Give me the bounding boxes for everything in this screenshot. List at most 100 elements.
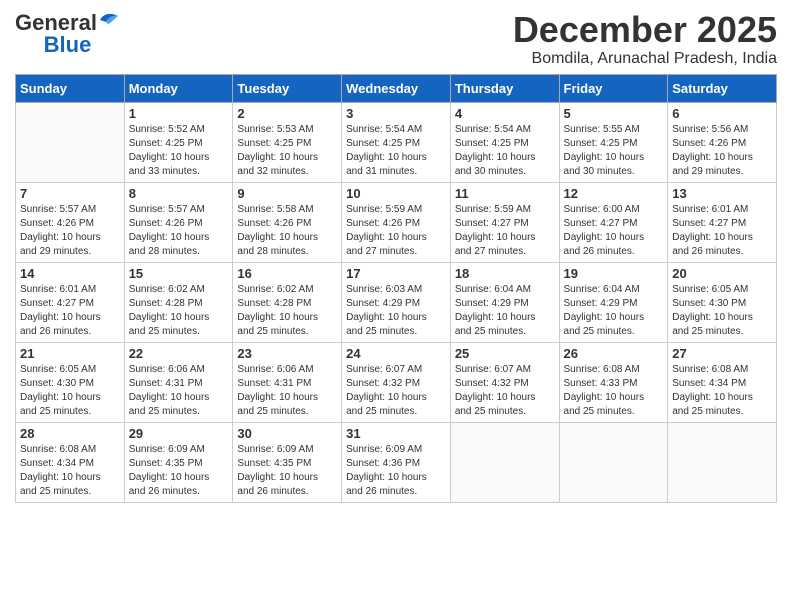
location-subtitle: Bomdila, Arunachal Pradesh, India bbox=[513, 50, 777, 68]
day-number: 20 bbox=[672, 266, 772, 281]
cell-info: Sunrise: 6:08 AM Sunset: 4:33 PM Dayligh… bbox=[564, 363, 664, 419]
cell-info: Sunrise: 5:57 AM Sunset: 4:26 PM Dayligh… bbox=[20, 203, 120, 259]
col-monday: Monday bbox=[124, 74, 233, 102]
title-section: December 2025 Bomdila, Arunachal Pradesh… bbox=[513, 10, 777, 68]
day-number: 25 bbox=[455, 346, 555, 361]
table-row: 13Sunrise: 6:01 AM Sunset: 4:27 PM Dayli… bbox=[668, 182, 777, 262]
day-number: 31 bbox=[346, 426, 446, 441]
cell-info: Sunrise: 6:04 AM Sunset: 4:29 PM Dayligh… bbox=[564, 283, 664, 339]
cell-info: Sunrise: 6:02 AM Sunset: 4:28 PM Dayligh… bbox=[237, 283, 337, 339]
table-row: 22 Sunrise: 6:06 AM Sunset: 4:31 PM Dayli… bbox=[124, 342, 233, 422]
day-number: 21 bbox=[20, 346, 120, 361]
day-number: 28 bbox=[20, 426, 120, 441]
table-row: 25 Sunrise: 6:07 AM Sunset: 4:32 PM Dayli… bbox=[450, 342, 559, 422]
cell-info: Sunrise: 6:00 AM Sunset: 4:27 PM Dayligh… bbox=[564, 203, 664, 259]
table-row: 26 Sunrise: 6:08 AM Sunset: 4:33 PM Dayli… bbox=[559, 342, 668, 422]
table-row bbox=[668, 422, 777, 502]
day-number: 1 bbox=[129, 106, 229, 121]
table-row: 29 Sunrise: 6:09 AM Sunset: 4:35 PM Dayli… bbox=[124, 422, 233, 502]
bird-icon bbox=[98, 10, 120, 28]
month-title: December 2025 bbox=[513, 10, 777, 50]
table-row: 28 Sunrise: 6:08 AM Sunset: 4:34 PM Dayli… bbox=[16, 422, 125, 502]
cell-info: Sunrise: 5:59 AM Sunset: 4:27 PM Dayligh… bbox=[455, 203, 555, 259]
day-number: 9 bbox=[237, 186, 337, 201]
logo-blue: Blue bbox=[44, 32, 92, 57]
cell-info: Sunrise: 6:03 AM Sunset: 4:29 PM Dayligh… bbox=[346, 283, 446, 339]
calendar-week-row: 21 Sunrise: 6:05 AM Sunset: 4:30 PM Dayli… bbox=[16, 342, 777, 422]
table-row: 4 Sunrise: 5:54 AM Sunset: 4:25 PM Daylig… bbox=[450, 102, 559, 182]
col-wednesday: Wednesday bbox=[342, 74, 451, 102]
table-row: 20Sunrise: 6:05 AM Sunset: 4:30 PM Dayli… bbox=[668, 262, 777, 342]
day-number: 18 bbox=[455, 266, 555, 281]
day-number: 22 bbox=[129, 346, 229, 361]
calendar-week-row: 1 Sunrise: 5:52 AM Sunset: 4:25 PM Daylig… bbox=[16, 102, 777, 182]
calendar-week-row: 14Sunrise: 6:01 AM Sunset: 4:27 PM Dayli… bbox=[16, 262, 777, 342]
table-row bbox=[559, 422, 668, 502]
table-row: 3Sunrise: 5:54 AM Sunset: 4:25 PM Daylig… bbox=[342, 102, 451, 182]
table-row: 18 Sunrise: 6:04 AM Sunset: 4:29 PM Dayli… bbox=[450, 262, 559, 342]
cell-info: Sunrise: 5:54 AM Sunset: 4:25 PM Dayligh… bbox=[346, 123, 446, 179]
table-row: 21 Sunrise: 6:05 AM Sunset: 4:30 PM Dayli… bbox=[16, 342, 125, 422]
logo: General Blue bbox=[15, 10, 120, 58]
cell-info: Sunrise: 5:52 AM Sunset: 4:25 PM Dayligh… bbox=[129, 123, 229, 179]
day-number: 4 bbox=[455, 106, 555, 121]
cell-info: Sunrise: 5:55 AM Sunset: 4:25 PM Dayligh… bbox=[564, 123, 664, 179]
day-number: 17 bbox=[346, 266, 446, 281]
table-row: 27Sunrise: 6:08 AM Sunset: 4:34 PM Dayli… bbox=[668, 342, 777, 422]
cell-info: Sunrise: 6:07 AM Sunset: 4:32 PM Dayligh… bbox=[455, 363, 555, 419]
table-row: 14Sunrise: 6:01 AM Sunset: 4:27 PM Dayli… bbox=[16, 262, 125, 342]
day-number: 27 bbox=[672, 346, 772, 361]
day-number: 13 bbox=[672, 186, 772, 201]
table-row: 19 Sunrise: 6:04 AM Sunset: 4:29 PM Dayli… bbox=[559, 262, 668, 342]
cell-info: Sunrise: 5:59 AM Sunset: 4:26 PM Dayligh… bbox=[346, 203, 446, 259]
cell-info: Sunrise: 6:05 AM Sunset: 4:30 PM Dayligh… bbox=[20, 363, 120, 419]
day-number: 19 bbox=[564, 266, 664, 281]
col-sunday: Sunday bbox=[16, 74, 125, 102]
table-row bbox=[16, 102, 125, 182]
cell-info: Sunrise: 6:02 AM Sunset: 4:28 PM Dayligh… bbox=[129, 283, 229, 339]
page-header: General Blue December 2025 Bomdila, Arun… bbox=[15, 10, 777, 68]
calendar-week-row: 7 Sunrise: 5:57 AM Sunset: 4:26 PM Daylig… bbox=[16, 182, 777, 262]
day-number: 29 bbox=[129, 426, 229, 441]
calendar-week-row: 28 Sunrise: 6:08 AM Sunset: 4:34 PM Dayli… bbox=[16, 422, 777, 502]
table-row: 6Sunrise: 5:56 AM Sunset: 4:26 PM Daylig… bbox=[668, 102, 777, 182]
cell-info: Sunrise: 5:56 AM Sunset: 4:26 PM Dayligh… bbox=[672, 123, 772, 179]
col-friday: Friday bbox=[559, 74, 668, 102]
table-row: 24Sunrise: 6:07 AM Sunset: 4:32 PM Dayli… bbox=[342, 342, 451, 422]
day-number: 26 bbox=[564, 346, 664, 361]
day-number: 10 bbox=[346, 186, 446, 201]
day-number: 12 bbox=[564, 186, 664, 201]
day-number: 11 bbox=[455, 186, 555, 201]
day-number: 2 bbox=[237, 106, 337, 121]
table-row: 8Sunrise: 5:57 AM Sunset: 4:26 PM Daylig… bbox=[124, 182, 233, 262]
day-number: 14 bbox=[20, 266, 120, 281]
col-tuesday: Tuesday bbox=[233, 74, 342, 102]
table-row: 11 Sunrise: 5:59 AM Sunset: 4:27 PM Dayli… bbox=[450, 182, 559, 262]
table-row: 5Sunrise: 5:55 AM Sunset: 4:25 PM Daylig… bbox=[559, 102, 668, 182]
day-number: 16 bbox=[237, 266, 337, 281]
cell-info: Sunrise: 5:58 AM Sunset: 4:26 PM Dayligh… bbox=[237, 203, 337, 259]
cell-info: Sunrise: 5:54 AM Sunset: 4:25 PM Dayligh… bbox=[455, 123, 555, 179]
table-row: 10 Sunrise: 5:59 AM Sunset: 4:26 PM Dayli… bbox=[342, 182, 451, 262]
cell-info: Sunrise: 6:04 AM Sunset: 4:29 PM Dayligh… bbox=[455, 283, 555, 339]
day-number: 7 bbox=[20, 186, 120, 201]
table-row: 2Sunrise: 5:53 AM Sunset: 4:25 PM Daylig… bbox=[233, 102, 342, 182]
table-row: 7 Sunrise: 5:57 AM Sunset: 4:26 PM Daylig… bbox=[16, 182, 125, 262]
table-row: 9 Sunrise: 5:58 AM Sunset: 4:26 PM Daylig… bbox=[233, 182, 342, 262]
cell-info: Sunrise: 6:09 AM Sunset: 4:35 PM Dayligh… bbox=[237, 443, 337, 499]
cell-info: Sunrise: 6:06 AM Sunset: 4:31 PM Dayligh… bbox=[129, 363, 229, 419]
cell-info: Sunrise: 6:09 AM Sunset: 4:36 PM Dayligh… bbox=[346, 443, 446, 499]
calendar-table: Sunday Monday Tuesday Wednesday Thursday… bbox=[15, 74, 777, 503]
table-row: 23 Sunrise: 6:06 AM Sunset: 4:31 PM Dayli… bbox=[233, 342, 342, 422]
table-row: 16 Sunrise: 6:02 AM Sunset: 4:28 PM Dayli… bbox=[233, 262, 342, 342]
table-row bbox=[450, 422, 559, 502]
cell-info: Sunrise: 6:09 AM Sunset: 4:35 PM Dayligh… bbox=[129, 443, 229, 499]
cell-info: Sunrise: 6:06 AM Sunset: 4:31 PM Dayligh… bbox=[237, 363, 337, 419]
day-number: 30 bbox=[237, 426, 337, 441]
table-row: 1 Sunrise: 5:52 AM Sunset: 4:25 PM Daylig… bbox=[124, 102, 233, 182]
day-number: 8 bbox=[129, 186, 229, 201]
cell-info: Sunrise: 6:08 AM Sunset: 4:34 PM Dayligh… bbox=[20, 443, 120, 499]
table-row: 30 Sunrise: 6:09 AM Sunset: 4:35 PM Dayli… bbox=[233, 422, 342, 502]
table-row: 31 Sunrise: 6:09 AM Sunset: 4:36 PM Dayli… bbox=[342, 422, 451, 502]
day-number: 23 bbox=[237, 346, 337, 361]
